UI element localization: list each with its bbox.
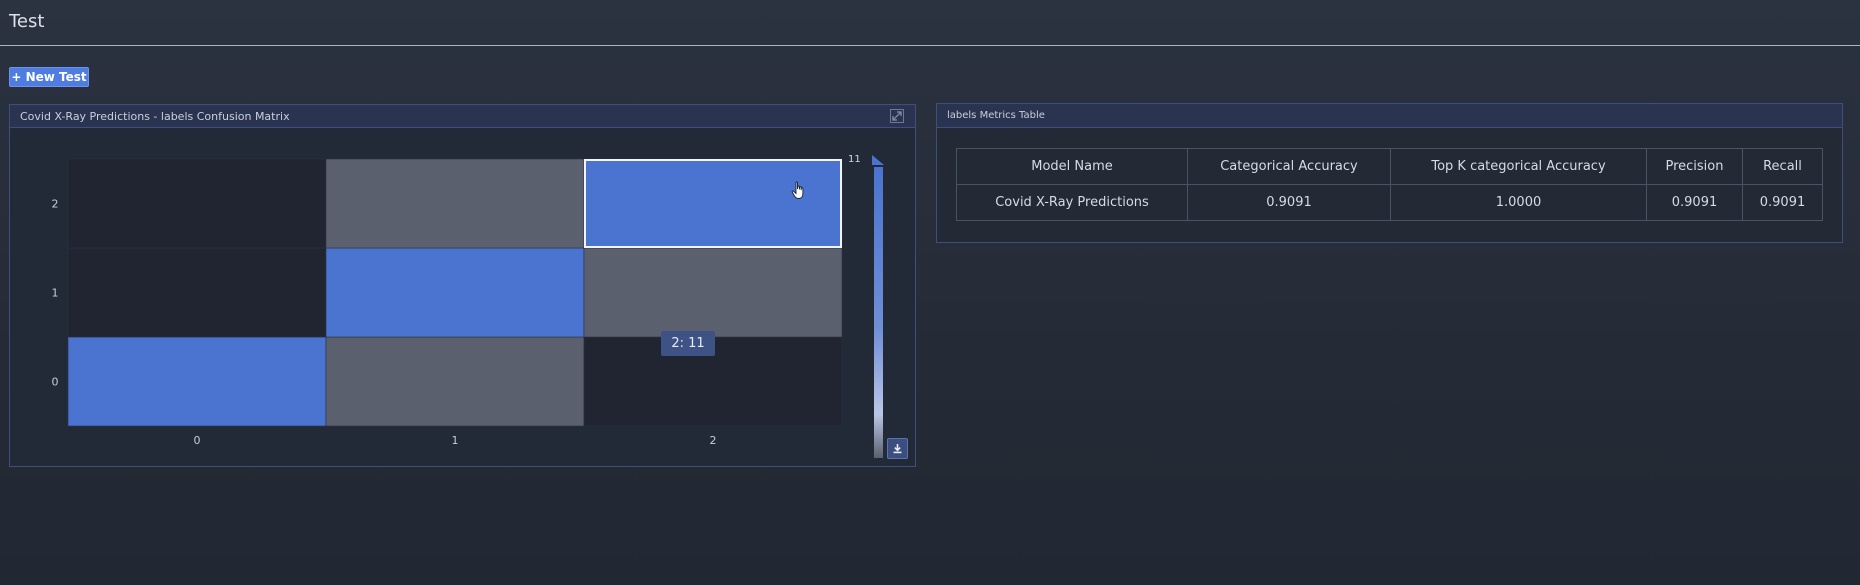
y-tick-label: 2: [52, 198, 59, 211]
header: Test: [0, 0, 1860, 46]
page: Test + New Test Covid X-Ray Predictions …: [0, 0, 1860, 585]
cell-categorical-accuracy: 0.9091: [1187, 184, 1391, 221]
confusion-matrix-panel: Covid X-Ray Predictions - labels Confusi…: [9, 104, 916, 467]
download-button[interactable]: [887, 438, 908, 459]
metrics-table-header-row: Model Name Categorical Accuracy Top K ca…: [956, 148, 1823, 185]
column-header-model-name[interactable]: Model Name: [956, 148, 1188, 185]
page-title: Test: [9, 11, 45, 32]
x-tick-label: 1: [452, 434, 459, 447]
metrics-table-panel-header: labels Metrics Table: [937, 104, 1842, 128]
cell-precision: 0.9091: [1646, 184, 1743, 221]
colorbar-max-label: 11: [848, 154, 861, 165]
colorbar-handle-icon[interactable]: [872, 155, 884, 165]
cell-recall: 0.9091: [1742, 184, 1823, 221]
y-tick-label: 1: [52, 287, 59, 300]
column-header-recall[interactable]: Recall: [1742, 148, 1823, 185]
heatmap-cell[interactable]: [583, 247, 843, 338]
heatmap-cell[interactable]: [67, 247, 327, 338]
cell-top-k-accuracy: 1.0000: [1390, 184, 1647, 221]
confusion-matrix-chart: 0 1 2 0 1 2 11: [52, 154, 884, 458]
heatmap-cell[interactable]: [67, 336, 327, 427]
download-icon: [893, 444, 902, 454]
x-tick-label: 2: [710, 434, 717, 447]
new-test-button[interactable]: + New Test: [9, 67, 89, 87]
hand-cursor-icon: [791, 181, 804, 199]
heatmap-cell[interactable]: [325, 336, 585, 427]
metrics-table: Model Name Categorical Accuracy Top K ca…: [956, 148, 1823, 221]
column-header-precision[interactable]: Precision: [1646, 148, 1743, 185]
column-header-top-k-accuracy[interactable]: Top K categorical Accuracy: [1390, 148, 1647, 185]
heatmap-cell[interactable]: [325, 247, 585, 338]
column-header-categorical-accuracy[interactable]: Categorical Accuracy: [1187, 148, 1391, 185]
metrics-table-title: labels Metrics Table: [947, 110, 1045, 121]
metrics-table-panel: labels Metrics Table Model Name Categori…: [936, 103, 1843, 243]
table-row: Covid X-Ray Predictions 0.9091 1.0000 0.…: [956, 184, 1823, 221]
y-tick-label: 0: [52, 376, 59, 389]
colorbar: [874, 167, 883, 458]
x-tick-label: 0: [194, 434, 201, 447]
cell-model-name: Covid X-Ray Predictions: [956, 184, 1188, 221]
heatmap-cell[interactable]: [325, 158, 585, 249]
cell-tooltip: 2: 11: [661, 331, 715, 356]
heatmap-cell[interactable]: [67, 158, 327, 249]
heatmap-cell[interactable]: [583, 158, 843, 249]
